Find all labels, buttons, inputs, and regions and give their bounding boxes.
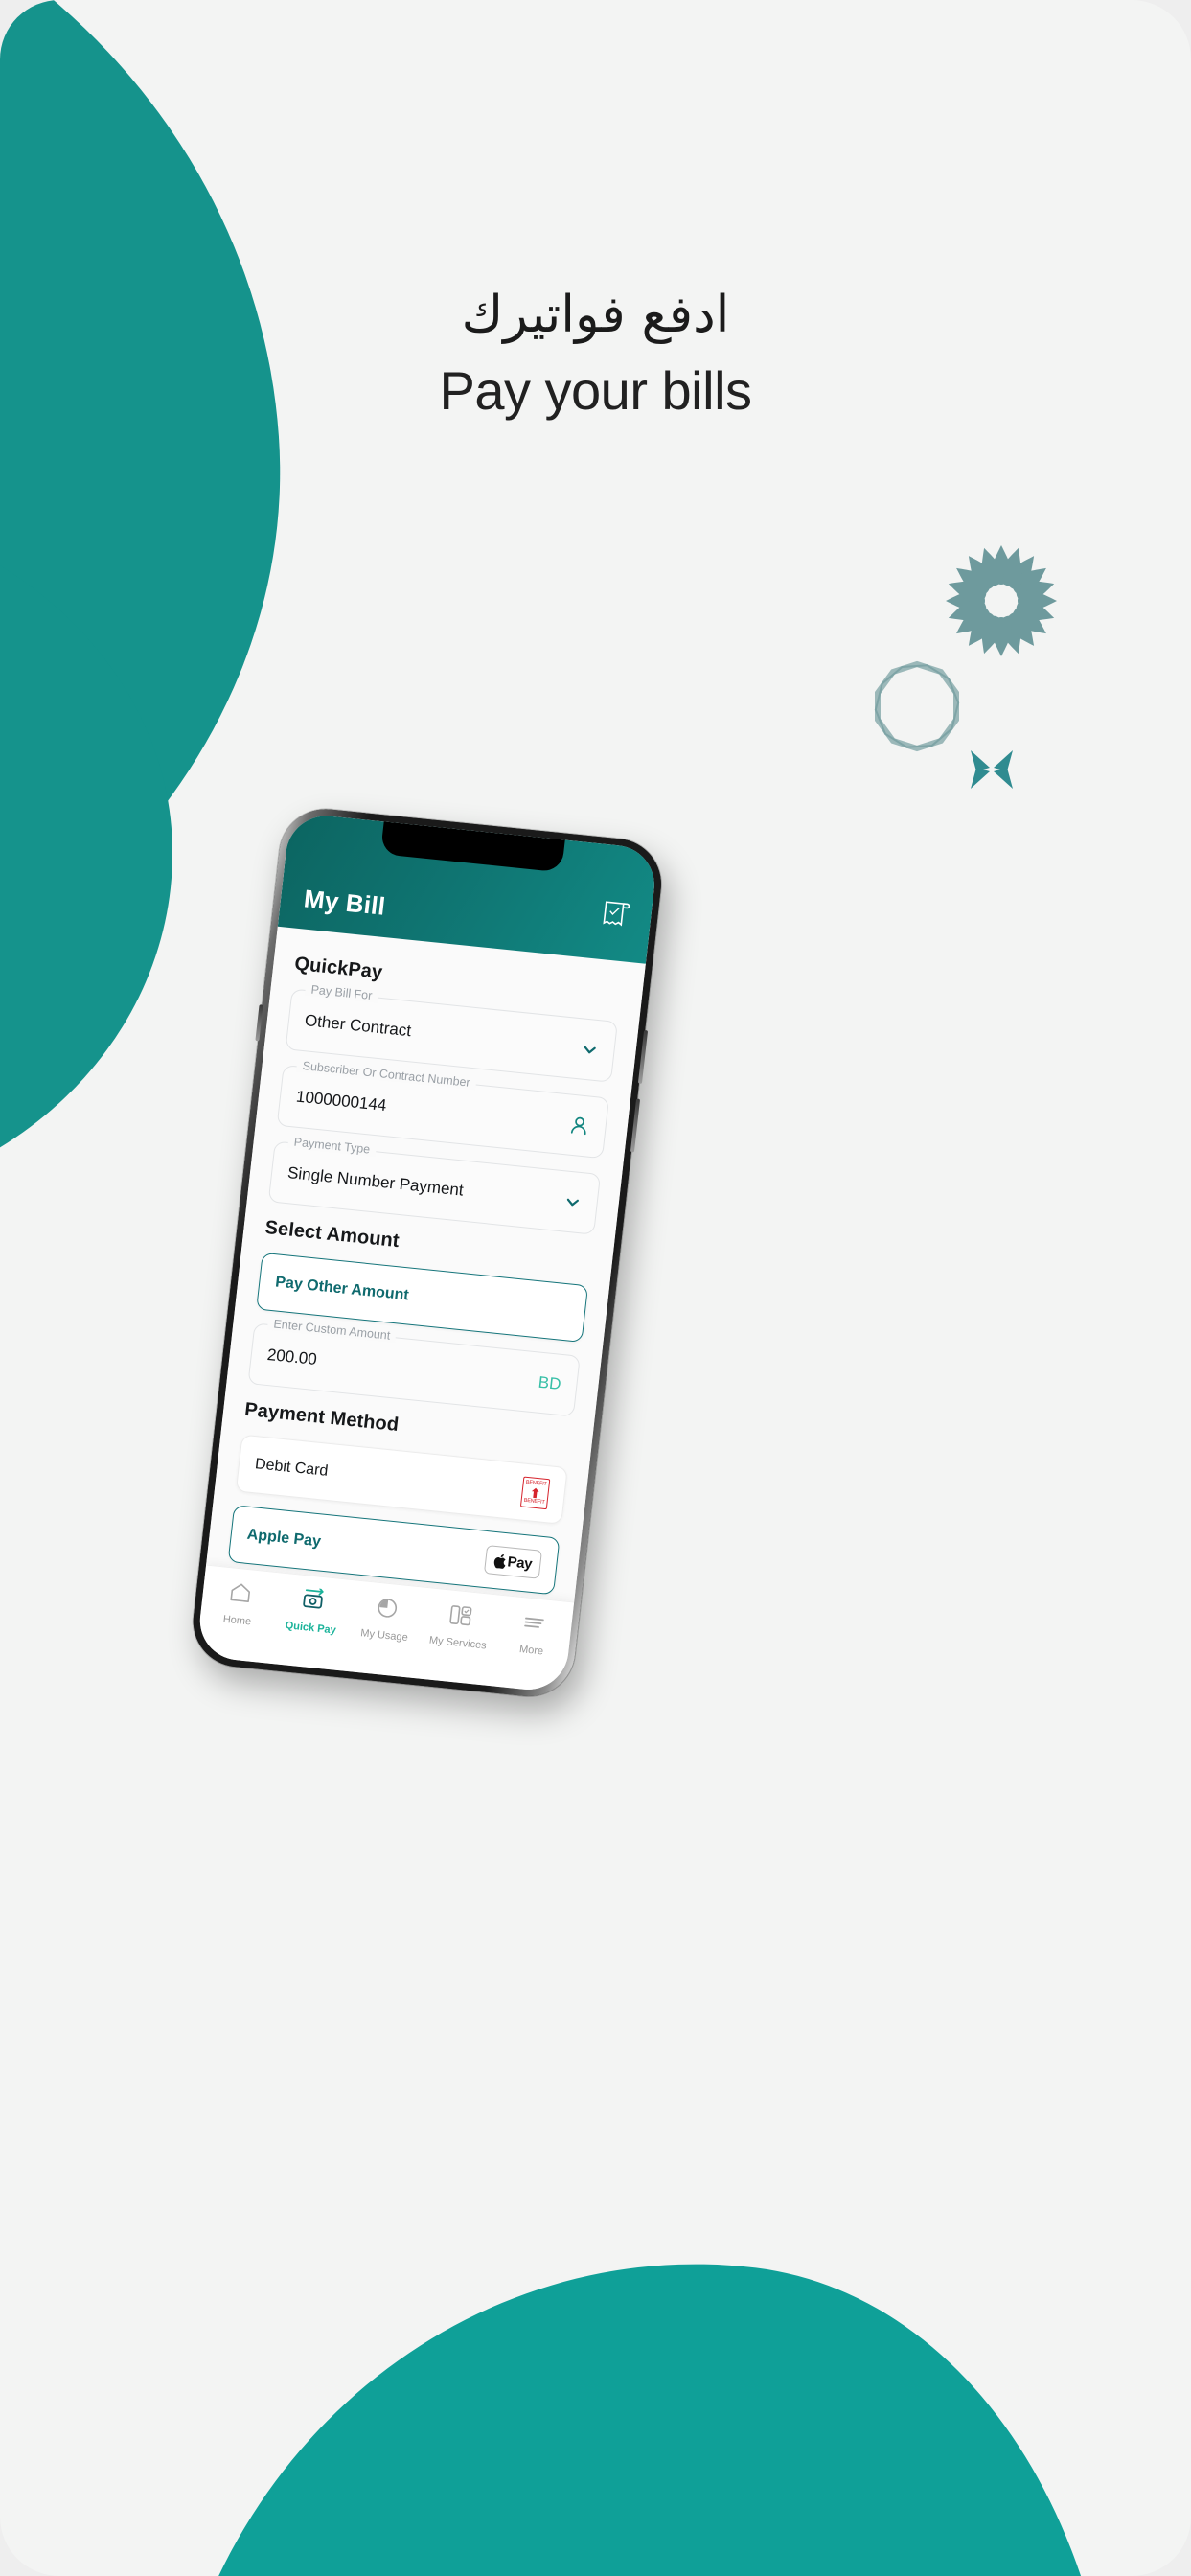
brand-logos: BENEFIT ⬆ BENEFIT [519, 1476, 551, 1510]
decorative-ornaments [867, 541, 1078, 800]
teal-wave-bottom [156, 2203, 1185, 2576]
chevron-down-icon[interactable] [581, 1040, 600, 1059]
nav-item-home[interactable]: Home [202, 1577, 276, 1630]
apple-pay-badge-icon: Pay [483, 1545, 542, 1579]
promo-screenshot: ادفع فواتيرك Pay your bills My Bill Quic… [0, 0, 1191, 2576]
nav-label: My Usage [359, 1627, 409, 1644]
chevron-down-icon[interactable] [563, 1192, 583, 1211]
hamburger-menu-icon [520, 1609, 548, 1641]
nav-item-more[interactable]: More [496, 1607, 570, 1660]
quick-pay-icon [298, 1587, 328, 1620]
headline-english: Pay your bills [439, 360, 752, 422]
volume-up-button[interactable] [637, 1029, 649, 1084]
headline-arabic: ادفع فواتيرك [461, 286, 730, 344]
field-value: Other Contract [304, 1011, 413, 1041]
nav-label: Quick Pay [285, 1620, 337, 1637]
option-label: Apple Pay [245, 1526, 322, 1551]
page-title: My Bill [302, 884, 387, 921]
bill-receipt-icon[interactable] [599, 896, 631, 934]
power-button[interactable] [255, 1004, 263, 1042]
option-label: Debit Card [254, 1456, 330, 1480]
nav-label: More [518, 1644, 544, 1658]
home-icon [226, 1579, 254, 1611]
decagon-ornament [874, 660, 960, 752]
quatrefoil-ornament [971, 750, 1013, 789]
page-background: ادفع فواتيرك Pay your bills My Bill Quic… [0, 0, 1191, 2576]
nav-item-quick-pay[interactable]: Quick Pay [276, 1585, 350, 1638]
nav-label: Home [222, 1613, 252, 1628]
field-label: Pay Bill For [304, 981, 379, 1003]
phone-mockup: My Bill QuickPay Pay Bill For Other Cont… [188, 804, 666, 1701]
services-grid-icon [447, 1601, 474, 1633]
benefit-logo-icon: BENEFIT ⬆ BENEFIT [519, 1476, 551, 1510]
field-payment-type[interactable]: Payment Type Single Number Payment [267, 1135, 602, 1235]
field-label: Payment Type [287, 1135, 377, 1158]
nav-item-my-usage[interactable]: My Usage [350, 1592, 424, 1644]
nav-label: My Services [428, 1634, 488, 1652]
nav-item-my-services[interactable]: My Services [423, 1599, 496, 1652]
contact-person-icon[interactable] [567, 1115, 590, 1138]
field-value: 200.00 [265, 1345, 318, 1369]
phone-screen: My Bill QuickPay Pay Bill For Other Cont… [195, 812, 659, 1693]
field-value: Single Number Payment [286, 1163, 465, 1200]
app-body: QuickPay Pay Bill For Other Contract Sub… [206, 926, 646, 1602]
pie-chart-icon [373, 1595, 401, 1626]
currency-suffix: BD [537, 1372, 562, 1393]
brand-logos: Pay [483, 1545, 542, 1579]
promo-headings: ادفع فواتيرك Pay your bills [0, 284, 1191, 423]
field-value: 1000000144 [295, 1087, 388, 1116]
option-label: Pay Other Amount [274, 1274, 410, 1304]
volume-down-button[interactable] [630, 1098, 641, 1153]
rosette-ornament [945, 544, 1058, 657]
